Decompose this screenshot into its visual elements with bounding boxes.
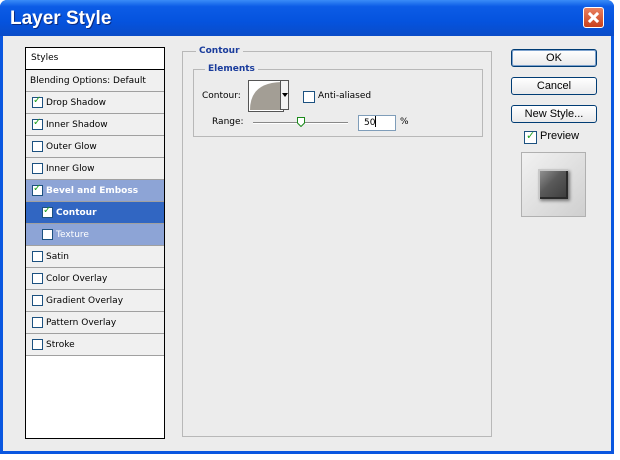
preview-thumbnail: [521, 152, 586, 217]
style-item-pattern-overlay[interactable]: Pattern Overlay: [26, 312, 164, 334]
style-item-inner-glow[interactable]: Inner Glow: [26, 158, 164, 180]
style-item-label: Inner Glow: [46, 163, 95, 174]
range-unit: %: [400, 117, 409, 127]
styles-panel: Styles Blending Options: Default Drop Sh…: [25, 47, 165, 439]
range-input[interactable]: 50: [358, 115, 396, 131]
style-item-contour[interactable]: Contour: [26, 202, 164, 224]
text-caret: [375, 116, 377, 127]
style-item-label: Bevel and Emboss: [46, 185, 139, 196]
checkbox-color-overlay[interactable]: [32, 273, 43, 284]
blending-options-label: Blending Options: Default: [30, 75, 146, 86]
preview-label: Preview: [540, 130, 580, 142]
style-item-label: Drop Shadow: [46, 97, 107, 108]
style-item-color-overlay[interactable]: Color Overlay: [26, 268, 164, 290]
style-item-texture[interactable]: Texture: [26, 224, 164, 246]
style-item-inner-shadow[interactable]: Inner Shadow: [26, 114, 164, 136]
checkbox-gradient-overlay[interactable]: [32, 295, 43, 306]
range-label: Range:: [212, 117, 244, 127]
contour-label: Contour:: [202, 91, 241, 101]
contour-picker[interactable]: [248, 80, 284, 112]
checkbox-satin[interactable]: [32, 251, 43, 262]
ok-button[interactable]: OK: [511, 49, 597, 67]
style-item-label: Color Overlay: [46, 273, 108, 284]
checkbox-outer-glow[interactable]: [32, 141, 43, 152]
checkbox-inner-shadow[interactable]: [32, 117, 43, 130]
preview-checkbox[interactable]: [524, 129, 537, 144]
slider-thumb-icon[interactable]: [297, 117, 305, 127]
close-icon[interactable]: [583, 7, 604, 28]
style-item-label: Contour: [56, 207, 97, 218]
style-item-outer-glow[interactable]: Outer Glow: [26, 136, 164, 158]
checkbox-drop-shadow[interactable]: [32, 95, 43, 108]
style-item-gradient-overlay[interactable]: Gradient Overlay: [26, 290, 164, 312]
style-item-drop-shadow[interactable]: Drop Shadow: [26, 92, 164, 114]
contour-section-title: Contour: [196, 46, 243, 56]
checkbox-stroke[interactable]: [32, 339, 43, 350]
style-item-label: Satin: [46, 251, 69, 262]
range-value: 50: [364, 118, 376, 128]
window-title: Layer Style: [10, 8, 112, 29]
style-item-label: Stroke: [46, 339, 75, 350]
style-item-satin[interactable]: Satin: [26, 246, 164, 268]
anti-aliased-label: Anti-aliased: [318, 91, 372, 101]
anti-aliased-checkbox[interactable]: [303, 91, 315, 103]
chevron-down-icon[interactable]: [280, 80, 289, 110]
style-item-bevel-and-emboss[interactable]: Bevel and Emboss: [26, 180, 164, 202]
title-bar: Layer Style: [0, 0, 614, 36]
preview-square: [538, 169, 568, 199]
style-item-label: Texture: [56, 229, 89, 240]
cancel-button[interactable]: Cancel: [511, 77, 597, 95]
checkbox-contour[interactable]: [42, 205, 53, 218]
new-style-button[interactable]: New Style...: [511, 105, 597, 123]
elements-section-title: Elements: [205, 64, 258, 74]
styles-header[interactable]: Styles: [26, 48, 164, 70]
contour-curve-icon: [250, 82, 281, 110]
style-item-label: Pattern Overlay: [46, 317, 117, 328]
checkbox-inner-glow[interactable]: [32, 163, 43, 174]
checkbox-texture[interactable]: [42, 229, 53, 240]
style-item-label: Outer Glow: [46, 141, 97, 152]
checkbox-bevel-and-emboss[interactable]: [32, 183, 43, 196]
style-item-label: Inner Shadow: [46, 119, 108, 130]
style-item-stroke[interactable]: Stroke: [26, 334, 164, 356]
checkbox-pattern-overlay[interactable]: [32, 317, 43, 328]
blending-options-item[interactable]: Blending Options: Default: [26, 70, 164, 92]
style-item-label: Gradient Overlay: [46, 295, 124, 306]
